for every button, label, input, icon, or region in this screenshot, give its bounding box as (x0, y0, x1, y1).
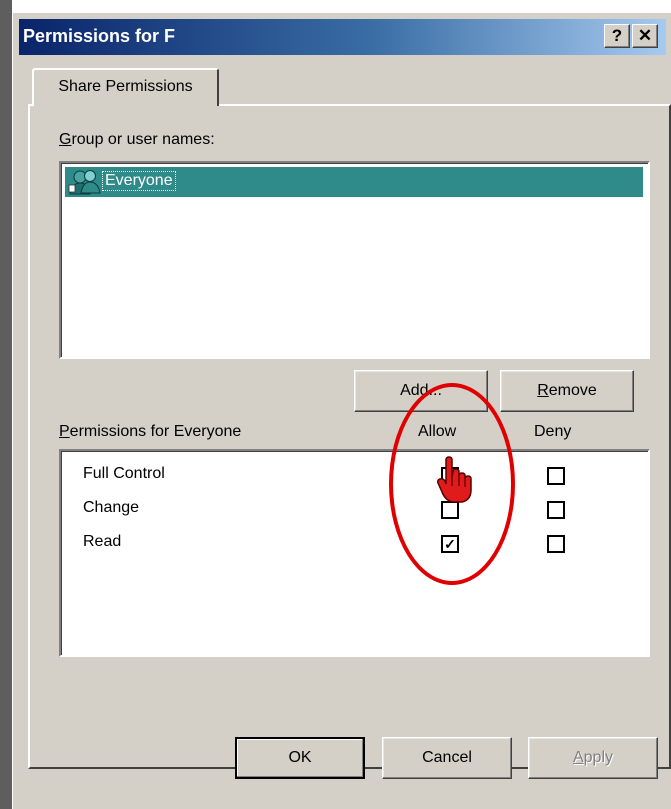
permission-name: Full Control (83, 465, 165, 482)
permission-row-full-control: Full Control (61, 459, 648, 493)
permissions-dialog: Permissions for F ? ✕ Share Permissions … (12, 12, 671, 809)
remove-button[interactable]: Remove (500, 370, 634, 412)
list-item-everyone[interactable]: Everyone (65, 167, 643, 197)
deny-column-header: Deny (534, 423, 572, 440)
group-user-listbox[interactable]: Everyone (59, 161, 650, 359)
read-deny-checkbox[interactable] (547, 535, 565, 553)
change-deny-checkbox[interactable] (547, 501, 565, 519)
hand-pointer-icon (437, 456, 472, 503)
list-item-label: Everyone (102, 171, 176, 191)
help-button[interactable]: ? (604, 24, 630, 48)
permission-name: Read (83, 533, 122, 550)
window-title: Permissions for F (23, 26, 176, 46)
screenshot-frame: Permissions for F ? ✕ Share Permissions … (0, 0, 671, 809)
group-list-label: Group or user names: (59, 131, 215, 148)
users-group-icon (68, 170, 101, 195)
cancel-button[interactable]: Cancel (382, 737, 512, 779)
permissions-listbox: Full Control Change Read ✓ (59, 449, 650, 657)
close-button[interactable]: ✕ (632, 24, 658, 48)
permission-row-change: Change (61, 493, 648, 527)
tab-share-permissions[interactable]: Share Permissions (32, 68, 219, 106)
title-bar[interactable]: Permissions for F ? ✕ (19, 19, 666, 55)
full-control-deny-checkbox[interactable] (547, 467, 565, 485)
ok-button[interactable]: OK (235, 737, 365, 779)
permission-name: Change (83, 499, 140, 516)
apply-button[interactable]: Apply (528, 737, 658, 779)
desktop-edge (0, 0, 12, 809)
permission-row-read: Read ✓ (61, 527, 648, 561)
permissions-label: Permissions for Everyone (59, 423, 242, 440)
